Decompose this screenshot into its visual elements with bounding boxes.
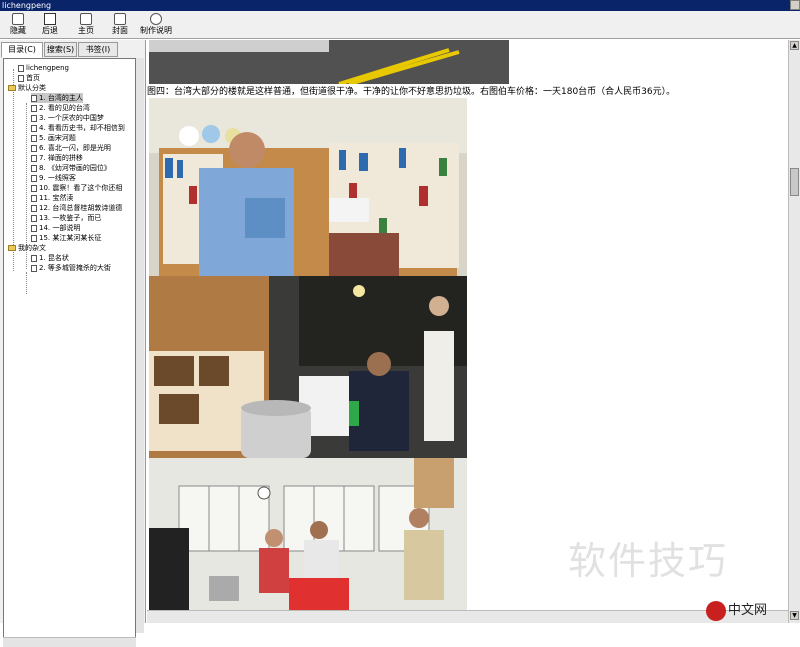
page-icon — [31, 264, 37, 272]
page-icon — [31, 234, 37, 242]
page-icon — [31, 144, 37, 152]
tree-item-10[interactable]: 10. 震察！看了这个你还相 — [31, 183, 122, 193]
contents-tree: lichengpeng 首页 默认分类 1. 台湾的主人 2. 看的见的台湾 3… — [3, 58, 136, 638]
about-button[interactable]: 制作说明 — [136, 12, 176, 38]
hide-icon — [12, 13, 24, 25]
toolbar: 隐藏 后退 主页 封面 制作说明 — [0, 11, 800, 39]
page-icon — [31, 134, 37, 142]
tree-item-2[interactable]: 2. 看的见的台湾 — [31, 103, 90, 113]
window-title-bar: lichengpeng — [0, 0, 800, 11]
help-icon — [150, 13, 162, 25]
cover-button[interactable]: 封面 — [104, 12, 136, 38]
scroll-up-arrow[interactable]: ▲ — [790, 41, 799, 50]
tree-item-5[interactable]: 5. 画宋河题 — [31, 133, 76, 143]
page-icon — [31, 104, 37, 112]
back-arrow-icon — [44, 13, 56, 25]
article-vertical-scrollbar[interactable]: ▲ ▼ — [788, 40, 800, 623]
tree-item-root[interactable]: lichengpeng — [18, 63, 69, 73]
tree-item-12[interactable]: 12. 台湾总督桂胡敦诗道德 — [31, 203, 122, 213]
tab-bookmarks[interactable]: 书签(I) — [78, 42, 118, 57]
kitchen-photo — [149, 458, 467, 610]
street-photo-image — [149, 40, 509, 84]
php-logo-icon — [706, 600, 726, 621]
page-icon — [31, 154, 37, 162]
navigation-pane: 目录(C) 搜索(S) 书签(I) lichengpeng 首页 默认分类 1.… — [0, 40, 146, 647]
page-icon — [18, 74, 24, 82]
photo-caption: 图四：台湾大部分的楼就是这样普通，但街道很干净。干净的让你不好意思扔垃圾。右图伯… — [147, 87, 676, 97]
page-icon — [31, 124, 37, 132]
tree-vertical-scrollbar[interactable] — [136, 58, 144, 633]
page-icon — [31, 94, 37, 102]
page-icon — [31, 164, 37, 172]
tree-item-6[interactable]: 6. 喜北一闪，即是光明 — [31, 143, 111, 153]
page-icon — [31, 224, 37, 232]
article-horizontal-scrollbar[interactable] — [147, 610, 788, 623]
street-photo — [149, 40, 509, 84]
window-title: lichengpeng — [2, 1, 52, 10]
folder-open-icon — [8, 245, 16, 251]
home-button[interactable]: 主页 — [70, 12, 102, 38]
tree-item-3[interactable]: 3. 一个厌农的中国梦 — [31, 113, 104, 123]
bookstore-photo-image — [149, 98, 467, 276]
page-icon — [18, 64, 24, 72]
back-button[interactable]: 后退 — [34, 12, 66, 38]
kitchen-photo-image — [149, 458, 467, 610]
tree-item-8[interactable]: 8. 《幼河带画的园位》 — [31, 163, 111, 173]
tab-search[interactable]: 搜索(S) — [44, 42, 77, 57]
tree-horizontal-scrollbar[interactable] — [3, 637, 136, 647]
site-badge: 中文网 — [706, 600, 798, 622]
tree-item-14[interactable]: 14. 一部说明 — [31, 223, 80, 233]
evening-room-photo — [149, 276, 467, 458]
cover-icon — [114, 13, 126, 25]
page-icon — [31, 174, 37, 182]
sidebar-tabs: 目录(C) 搜索(S) 书签(I) — [1, 42, 141, 58]
tree-item-13[interactable]: 13. 一枚鉴子，而已 — [31, 213, 101, 223]
hide-button[interactable]: 隐藏 — [2, 12, 34, 38]
tree-item-9[interactable]: 9. 一线照客 — [31, 173, 76, 183]
home-icon — [80, 13, 92, 25]
page-icon — [31, 254, 37, 262]
tree-item-home[interactable]: 首页 — [18, 73, 40, 83]
tree-item-essay-1[interactable]: 1. 昆名状 — [31, 253, 69, 263]
page-icon — [31, 184, 37, 192]
tree-item-15[interactable]: 15. 某江某河某长征 — [31, 233, 101, 243]
close-button[interactable] — [790, 0, 800, 10]
tree-item-11[interactable]: 11. 宝然渎 — [31, 193, 73, 203]
page-icon — [31, 194, 37, 202]
page-icon — [31, 204, 37, 212]
tree-item-7[interactable]: 7. 禅面的拼移 — [31, 153, 83, 163]
tree-folder-essays[interactable]: 我的杂文 — [8, 243, 46, 253]
page-icon — [31, 214, 37, 222]
site-badge-label: 中文网 — [728, 603, 768, 618]
evening-room-photo-image — [149, 276, 467, 458]
tree-item-1[interactable]: 1. 台湾的主人 — [31, 93, 83, 103]
bookstore-photo — [149, 98, 467, 276]
tree-folder-default[interactable]: 默认分类 — [8, 83, 46, 93]
scroll-thumb[interactable] — [790, 168, 799, 196]
folder-open-icon — [8, 85, 16, 91]
page-icon — [31, 114, 37, 122]
tree-item-4[interactable]: 4. 看看历史书，却不相信到 — [31, 123, 125, 133]
tree-item-essay-2[interactable]: 2. 等多城管掩杀的大街 — [31, 263, 111, 273]
tab-contents[interactable]: 目录(C) — [1, 42, 43, 58]
watermark: 软件技巧 — [568, 539, 729, 583]
article-view: 图四：台湾大部分的楼就是这样普通，但街道很干净。干净的让你不好意思扔垃圾。右图伯… — [147, 40, 788, 610]
